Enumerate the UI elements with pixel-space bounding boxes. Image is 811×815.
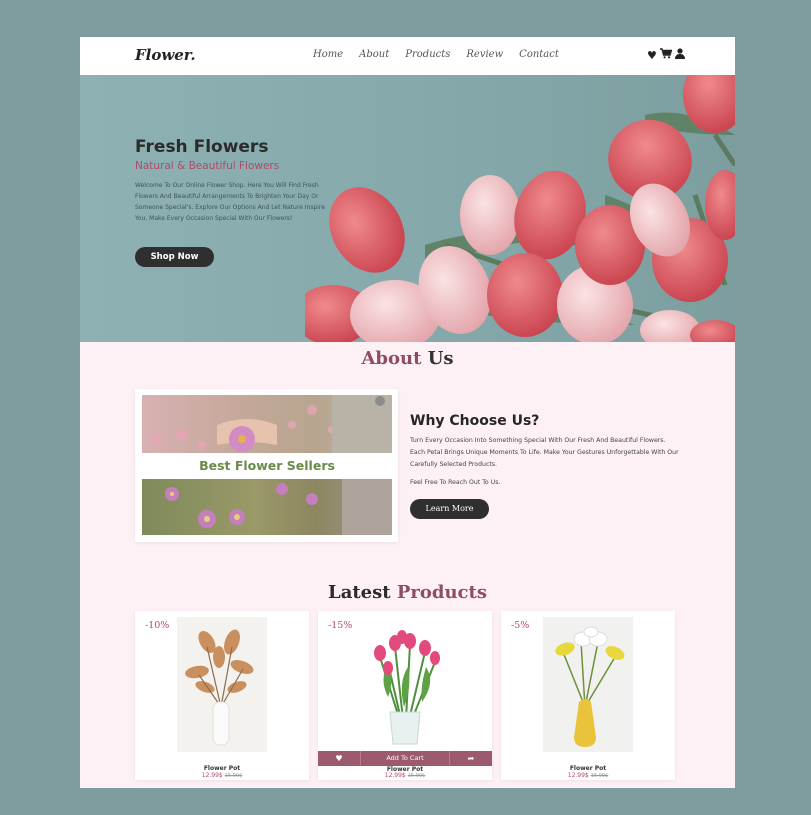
share-icon[interactable]: ➦: [450, 754, 492, 763]
price-current: 12.99$: [567, 772, 589, 779]
hero-description: Welcome To Our Online Flower Shop. Here …: [135, 182, 325, 222]
price-old: 15.99$: [224, 773, 243, 779]
tulips-illustration: [305, 75, 735, 342]
site-logo[interactable]: Flower.: [135, 46, 196, 64]
hero-subtitle: Natural & Beautiful Flowers: [135, 160, 280, 172]
about-image-card: Best Flower Sellers: [135, 389, 398, 542]
product-name: Flower Pot: [569, 765, 607, 772]
why-description: Turn Every Occasion Into Something Speci…: [410, 437, 679, 468]
products-title-accent: Products: [396, 582, 487, 603]
site-header: Flower. Home About Products Review Conta…: [80, 37, 735, 75]
product-action-bar: ♥ Add To Cart ➦: [318, 751, 492, 766]
header-icons: ♥: [647, 48, 685, 63]
products-title: Latest Products: [80, 582, 735, 603]
nav-products[interactable]: Products: [405, 49, 450, 60]
product-price: 12.99$ 15.99$: [135, 772, 309, 779]
price-current: 12.99$: [201, 772, 223, 779]
product-card-3[interactable]: -5% Flower Pot 12.99$ 15.99$: [501, 611, 675, 780]
why-title: Why Choose Us?: [410, 413, 540, 429]
user-icon[interactable]: [674, 48, 685, 63]
flower-field-image-top: [142, 395, 392, 453]
product-name: Flower Pot: [203, 765, 241, 772]
flower-field-image-bottom: [142, 479, 392, 535]
about-title: About Us: [80, 348, 735, 369]
dried-flower-vase-image: [177, 617, 267, 752]
hero-title: Fresh Flowers: [135, 137, 269, 157]
zoom-icon: [375, 396, 385, 406]
why-note: Feel Free To Reach Out To Us.: [410, 479, 501, 486]
nav-about[interactable]: About: [359, 49, 389, 60]
product-card-1[interactable]: -10% Flower Pot 12.99$ 15.99$: [135, 611, 309, 780]
about-title-accent: About: [361, 348, 422, 369]
image-caption: Best Flower Sellers: [142, 453, 392, 479]
add-to-cart-button[interactable]: Add To Cart: [360, 751, 450, 766]
products-title-lead: Latest: [328, 582, 397, 603]
price-old: 15.99$: [407, 773, 426, 779]
discount-badge: -5%: [511, 620, 530, 631]
price-current: 12.99$: [384, 772, 406, 779]
product-price: 12.99$ 15.99$: [318, 772, 492, 779]
discount-badge: -15%: [328, 620, 353, 631]
product-card-2[interactable]: -15% ♥ Add To Cart ➦ Flower Pot 12.99$ 15…: [318, 611, 492, 780]
shop-now-button[interactable]: Shop Now: [135, 247, 214, 267]
nav-contact[interactable]: Contact: [519, 49, 559, 60]
hero-text: Fresh Flowers Natural & Beautiful Flower…: [135, 137, 330, 224]
nav-home[interactable]: Home: [313, 49, 343, 60]
hero-banner: Fresh Flowers Natural & Beautiful Flower…: [80, 75, 735, 342]
price-old: 15.99$: [590, 773, 609, 779]
nav-review[interactable]: Review: [466, 49, 503, 60]
calla-lily-vase-image: [543, 617, 633, 752]
cart-icon[interactable]: [659, 48, 673, 63]
product-price: 12.99$ 15.99$: [501, 772, 675, 779]
page: Flower. Home About Products Review Conta…: [80, 37, 735, 788]
learn-more-button[interactable]: Learn More: [410, 499, 489, 519]
wishlist-heart-icon[interactable]: ♥: [318, 754, 360, 763]
pink-tulip-vase-image: [360, 617, 450, 752]
heart-icon[interactable]: ♥: [647, 49, 657, 63]
main-nav: Home About Products Review Contact: [313, 49, 559, 60]
why-choose-us: Why Choose Us? Turn Every Occasion Into …: [410, 413, 680, 486]
about-title-rest: Us: [421, 348, 454, 369]
discount-badge: -10%: [145, 620, 170, 631]
